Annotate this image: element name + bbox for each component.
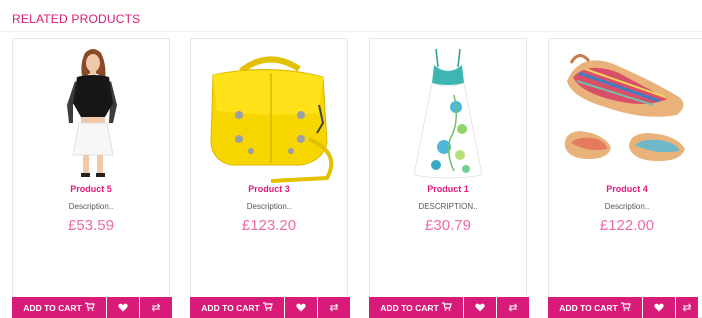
- product-price: £122.00: [599, 217, 655, 234]
- compare-arrows-icon: ⇄: [329, 302, 339, 314]
- compare-arrows-icon: ⇄: [151, 302, 161, 314]
- add-to-cart-button[interactable]: ADD TO CART: [548, 297, 642, 318]
- compare-button[interactable]: ⇄: [497, 297, 529, 318]
- product-actions: ADD TO CART ⇄: [369, 297, 529, 318]
- product-card: Product 5 Description.. £53.59 ADD TO CA…: [12, 38, 172, 318]
- add-to-cart-label: ADD TO CART: [380, 302, 439, 313]
- product-card: Product 3 Description.. £123.20 ADD TO C…: [190, 38, 350, 318]
- add-to-cart-label: ADD TO CART: [23, 302, 82, 313]
- cart-icon: [441, 302, 452, 313]
- product-price: £123.20: [241, 217, 297, 234]
- product-card: Product 4 Description.. £122.00 ADD TO C…: [548, 38, 702, 318]
- add-to-wishlist-button[interactable]: [107, 297, 139, 318]
- add-to-cart-button[interactable]: ADD TO CART: [12, 297, 106, 318]
- product-description: Description..: [604, 202, 650, 211]
- product-description: Description..: [68, 202, 114, 211]
- compare-button[interactable]: ⇄: [140, 297, 172, 318]
- cart-icon: [620, 302, 631, 313]
- heart-icon: [654, 300, 664, 315]
- product-name[interactable]: Product 5: [13, 184, 169, 194]
- product-price: £30.79: [425, 217, 471, 234]
- add-to-cart-label: ADD TO CART: [201, 302, 260, 313]
- product-price: £53.59: [68, 217, 114, 234]
- product-name[interactable]: Product 1: [370, 184, 526, 194]
- heart-icon: [296, 300, 306, 315]
- add-to-wishlist-button[interactable]: [285, 297, 317, 318]
- section-divider: [0, 31, 702, 32]
- add-to-cart-button[interactable]: ADD TO CART: [190, 297, 284, 318]
- add-to-wishlist-button[interactable]: [643, 297, 675, 318]
- compare-arrows-icon: ⇄: [682, 302, 692, 314]
- add-to-cart-button[interactable]: ADD TO CART: [369, 297, 463, 318]
- cart-icon: [262, 302, 273, 313]
- heart-icon: [118, 300, 128, 315]
- product-card: Product 1 DESCRIPTION.. £30.79 ADD TO CA…: [369, 38, 529, 318]
- heart-icon: [475, 300, 485, 315]
- product-description: DESCRIPTION..: [418, 202, 478, 211]
- product-image-sandals[interactable]: [549, 43, 702, 183]
- product-description: Description..: [246, 202, 292, 211]
- section-title: RELATED PRODUCTS: [12, 12, 141, 26]
- product-image-bag[interactable]: [191, 43, 347, 183]
- product-name[interactable]: Product 3: [191, 184, 347, 194]
- cart-icon: [84, 302, 95, 313]
- product-image-woman[interactable]: [13, 43, 169, 183]
- product-image-dress[interactable]: [370, 43, 526, 183]
- product-actions: ADD TO CART ⇄: [548, 297, 698, 318]
- add-to-wishlist-button[interactable]: [464, 297, 496, 318]
- add-to-cart-label: ADD TO CART: [559, 302, 618, 313]
- compare-button[interactable]: ⇄: [318, 297, 350, 318]
- compare-arrows-icon: ⇄: [508, 302, 518, 314]
- compare-button[interactable]: ⇄: [676, 297, 698, 318]
- product-name[interactable]: Product 4: [549, 184, 702, 194]
- product-actions: ADD TO CART ⇄: [12, 297, 172, 318]
- product-actions: ADD TO CART ⇄: [190, 297, 350, 318]
